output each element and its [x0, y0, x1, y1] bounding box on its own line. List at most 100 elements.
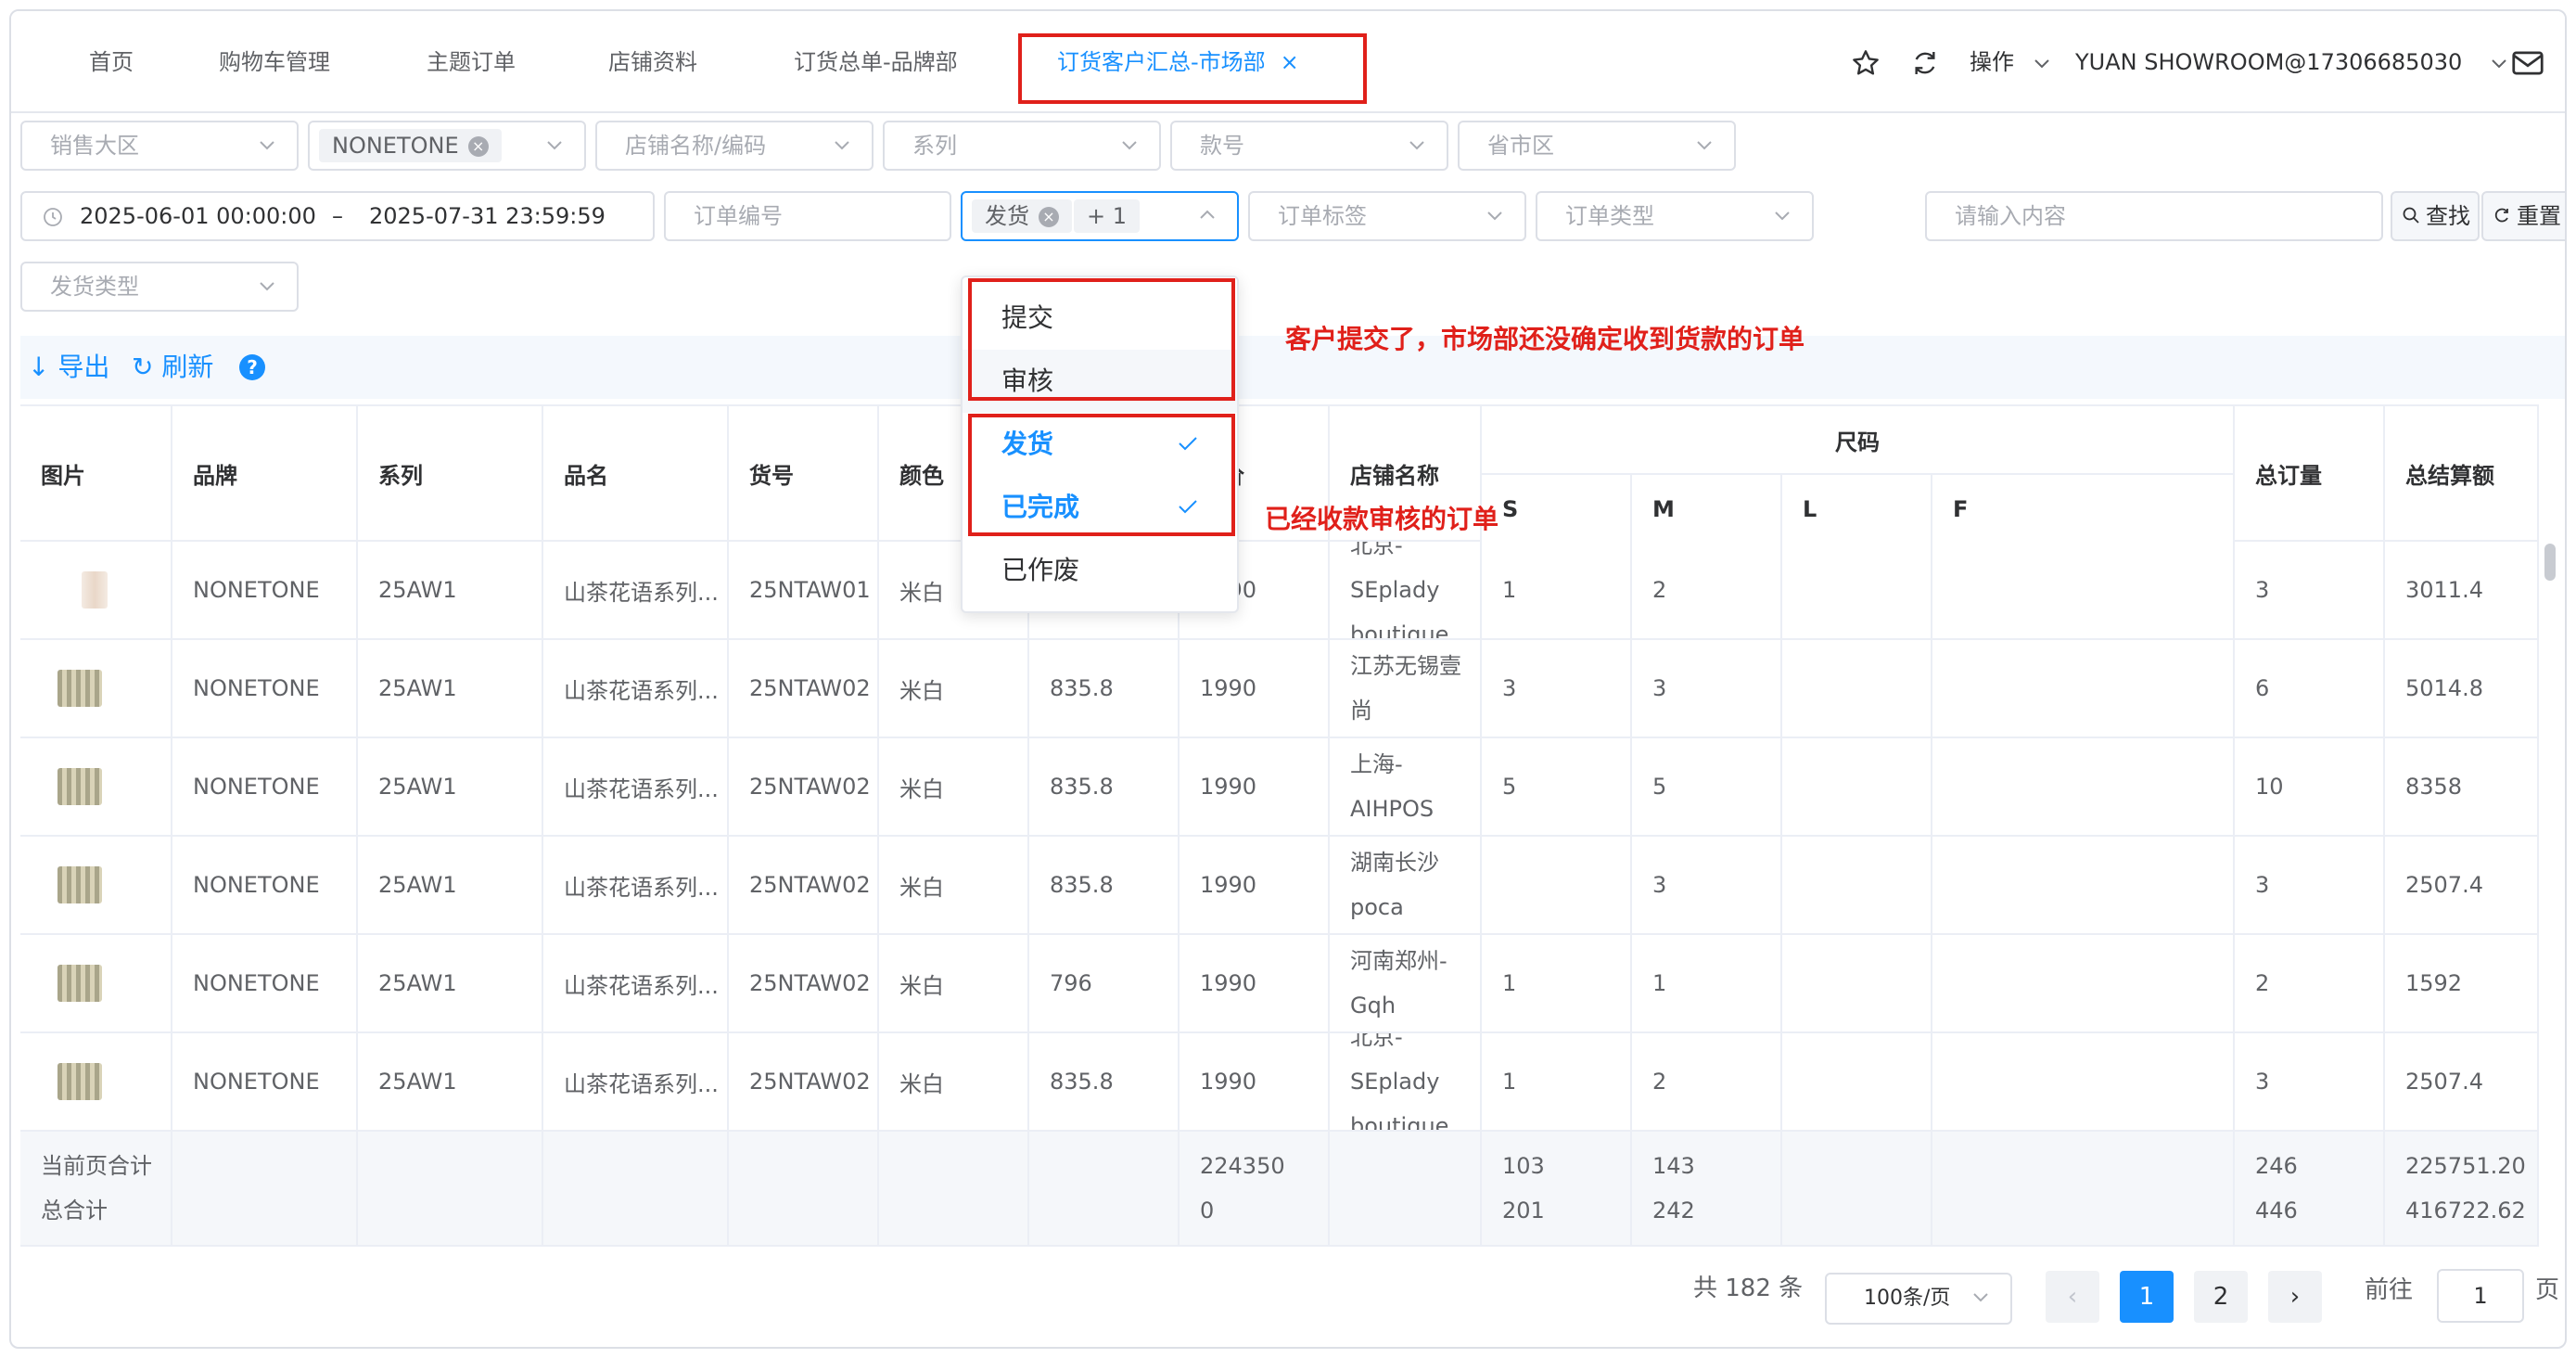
table-row[interactable]: NONETONE 25AW1 山茶花语系列... 25NTAW02 米白 835… [20, 837, 2539, 935]
product-thumb-cell [20, 640, 172, 737]
summary-s-total: 201 [1502, 1198, 1545, 1223]
price-cell: 835.8 [1029, 1033, 1180, 1130]
tab-cart[interactable]: 购物车管理 [219, 11, 330, 113]
date-end: 2025-07-31 23:59:59 [369, 203, 606, 229]
store-select[interactable]: 店铺名称/编码 [595, 121, 874, 171]
action-menu[interactable]: 操作 [1970, 11, 2051, 113]
order-tag-select[interactable]: 订单标签 [1248, 191, 1526, 241]
annotation-pending: 客户提交了，市场部还没确定收到货款的订单 [1285, 324, 1805, 354]
refresh-button[interactable]: ↻ 刷新 [132, 336, 213, 399]
search-button[interactable]: 查找 [2391, 191, 2480, 241]
placeholder: 请输入内容 [1955, 203, 2066, 229]
summary-empty-cell [1782, 1132, 1932, 1245]
ship-type-select[interactable]: 发货类型 [20, 262, 299, 312]
chevron-down-icon [547, 141, 562, 150]
table-row[interactable]: NONETONE 25AW1 山茶花语系列... 25NTAW01 米白 199… [20, 542, 2539, 640]
brand-select[interactable]: NONETONE × [308, 121, 586, 171]
page-suffix: 页 [2535, 1276, 2560, 1304]
star-icon[interactable] [1851, 48, 1881, 78]
summary-m-page: 143 [1652, 1153, 1695, 1179]
qty-cell: 3 [2235, 542, 2385, 638]
prev-page-button[interactable]: ‹ [2046, 1271, 2099, 1323]
summary-empty-cell [172, 1132, 358, 1245]
brand-cell: NONETONE [172, 738, 358, 835]
size-s-cell [1482, 837, 1632, 933]
order-type-select[interactable]: 订单类型 [1536, 191, 1814, 241]
product-image[interactable] [57, 768, 102, 805]
order-status-select[interactable]: 发货 × + 1 [961, 191, 1239, 241]
summary-empty-cell [879, 1132, 1029, 1245]
export-button[interactable]: ↓ 导出 [28, 336, 109, 399]
table-row[interactable]: NONETONE 25AW1 山茶花语系列... 25NTAW02 米白 835… [20, 640, 2539, 738]
name-cell: 山茶花语系列... [543, 1033, 729, 1130]
date-range-picker[interactable]: 2025-06-01 00:00:00 – 2025-07-31 23:59:5… [20, 191, 655, 241]
tag-close-icon[interactable]: × [1039, 207, 1059, 227]
province-select[interactable]: 省市区 [1458, 121, 1736, 171]
total-count: 共 182 条 [1693, 1275, 1804, 1302]
header-brand: 品牌 [172, 406, 358, 540]
header-total-qty: 总订量 [2235, 406, 2385, 540]
product-image[interactable] [57, 866, 102, 903]
chevron-down-icon [1409, 141, 1424, 150]
summary-qty-cell: 246 446 [2235, 1132, 2385, 1245]
tab-store-info[interactable]: 店铺资料 [608, 11, 697, 113]
product-image[interactable] [57, 965, 102, 1002]
brand-cell: NONETONE [172, 542, 358, 638]
store-cell: 北京-SEplady boutique [1330, 1033, 1482, 1130]
size-f-cell [1932, 935, 2235, 1031]
qty-cell: 6 [2235, 640, 2385, 737]
tab-home[interactable]: 首页 [89, 11, 134, 113]
amount-cell: 2507.4 [2385, 837, 2539, 933]
style-no-select[interactable]: 款号 [1170, 121, 1448, 171]
price-cell: 835.8 [1029, 640, 1180, 737]
goto-page-input[interactable]: 1 [2437, 1269, 2524, 1323]
series-cell: 25AW1 [358, 837, 543, 933]
placeholder: 省市区 [1487, 133, 1554, 159]
summary-empty-cell [729, 1132, 879, 1245]
product-image[interactable] [57, 1063, 102, 1100]
sku-cell: 25NTAW02 [729, 738, 879, 835]
table-row[interactable]: NONETONE 25AW1 山茶花语系列... 25NTAW02 米白 835… [20, 1033, 2539, 1132]
retail-cell: 1990 [1180, 935, 1330, 1031]
highlight-box-confirmed [968, 414, 1235, 536]
table-row[interactable]: NONETONE 25AW1 山茶花语系列... 25NTAW02 米白 835… [20, 738, 2539, 837]
help-icon[interactable]: ? [239, 354, 265, 380]
product-image[interactable] [57, 670, 102, 707]
refresh-icon[interactable] [1910, 48, 1940, 78]
tag-close-icon[interactable]: × [467, 136, 489, 157]
amount-cell: 2507.4 [2385, 1033, 2539, 1130]
sku-cell: 25NTAW01 [729, 542, 879, 638]
summary-qty-total: 446 [2255, 1198, 2298, 1223]
sales-region-select[interactable]: 销售大区 [20, 121, 299, 171]
series-select[interactable]: 系列 [883, 121, 1161, 171]
mail-icon[interactable] [2511, 48, 2544, 78]
retail-cell: 1990 [1180, 837, 1330, 933]
header-size-m: M [1632, 475, 1782, 544]
product-image[interactable] [82, 571, 108, 609]
series-cell: 25AW1 [358, 1033, 543, 1130]
page-size-select[interactable]: 100条/页 [1825, 1273, 2012, 1325]
vertical-scrollbar[interactable] [2543, 404, 2557, 1249]
size-f-cell [1932, 542, 2235, 638]
search-input[interactable]: 请输入内容 [1925, 191, 2383, 241]
status-option-void[interactable]: 已作废 [963, 539, 1237, 602]
page-1-button[interactable]: 1 [2120, 1271, 2174, 1323]
clock-icon [44, 208, 62, 226]
store-cell: 北京-SEplady boutique [1330, 542, 1482, 638]
scrollbar-thumb[interactable] [2544, 544, 2556, 581]
placeholder: 订单类型 [1565, 203, 1654, 229]
size-l-cell [1782, 738, 1932, 835]
table-row[interactable]: NONETONE 25AW1 山茶花语系列... 25NTAW02 米白 796… [20, 935, 2539, 1033]
brand-cell: NONETONE [172, 640, 358, 737]
reset-button[interactable]: 重置 [2481, 191, 2565, 241]
order-no-input[interactable]: 订单编号 [664, 191, 951, 241]
status-more-tag: + 1 [1074, 199, 1141, 233]
tab-theme-orders[interactable]: 主题订单 [427, 11, 516, 113]
user-menu[interactable]: YUAN SHOWROOM@17306685030 [2075, 11, 2508, 113]
retail-cell: 1990 [1180, 1033, 1330, 1130]
sku-cell: 25NTAW02 [729, 1033, 879, 1130]
chevron-down-icon [1775, 211, 1790, 221]
tab-order-summary-brand[interactable]: 订货总单-品牌部 [794, 11, 958, 113]
next-page-button[interactable]: › [2268, 1271, 2322, 1323]
page-2-button[interactable]: 2 [2194, 1271, 2248, 1323]
